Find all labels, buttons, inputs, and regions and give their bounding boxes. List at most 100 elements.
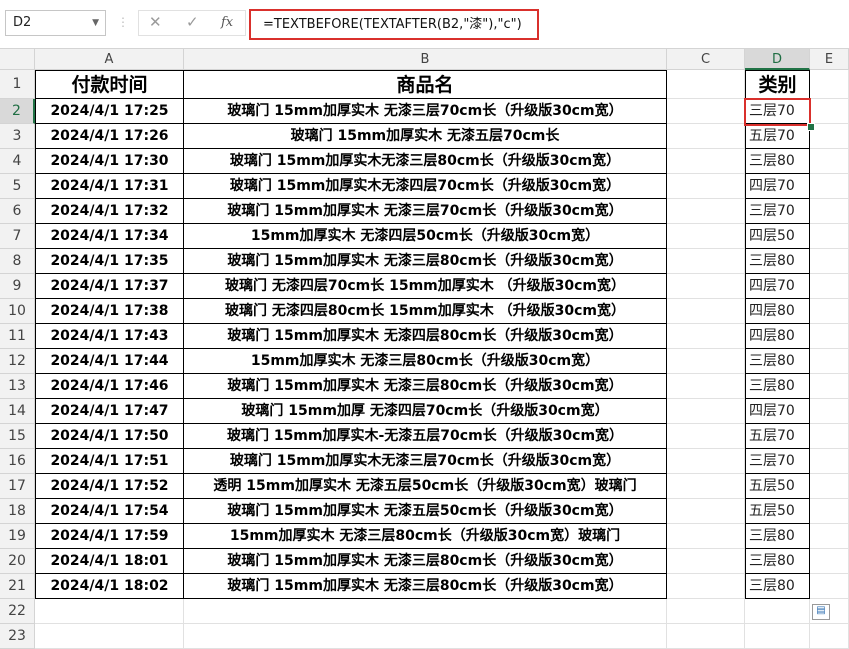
row-header-18[interactable]: 18 [0,499,35,524]
cell-category[interactable]: 五层70 [745,424,810,449]
cell-empty[interactable] [667,124,745,149]
cell-product-name[interactable]: 玻璃门 15mm加厚实木 无漆三层80cm长（升级版30cm宽） [184,549,667,574]
cell-category[interactable]: 三层70 [745,449,810,474]
row-header-22[interactable]: 22 [0,599,35,624]
cell-payment-time[interactable]: 2024/4/1 17:32 [35,199,184,224]
row-header-1[interactable]: 1 [0,70,35,99]
row-header-14[interactable]: 14 [0,399,35,424]
name-box[interactable]: D2 ▼ [5,10,106,36]
cell-empty[interactable] [667,99,745,124]
cell-empty[interactable] [810,449,849,474]
cell-product-name[interactable]: 玻璃门 15mm加厚实木-无漆五层70cm长（升级版30cm宽） [184,424,667,449]
cell-payment-time[interactable]: 2024/4/1 17:26 [35,124,184,149]
cell-payment-time[interactable]: 2024/4/1 17:37 [35,274,184,299]
cell-category[interactable]: 三层80 [745,149,810,174]
column-header-c[interactable]: C [667,49,745,70]
cell-product-name[interactable]: 玻璃门 15mm加厚实木 无漆三层70cm长（升级版30cm宽） [184,199,667,224]
cell-empty[interactable] [810,149,849,174]
cell-empty[interactable] [810,349,849,374]
cell-empty[interactable] [667,599,745,624]
cell-empty[interactable] [810,549,849,574]
cell-empty[interactable] [810,299,849,324]
cell-product-name[interactable]: 15mm加厚实木 无漆三层80cm长（升级版30cm宽）玻璃门 [184,524,667,549]
cell-empty[interactable] [810,424,849,449]
row-header-3[interactable]: 3 [0,124,35,149]
cell-empty[interactable] [667,474,745,499]
cell-category[interactable]: 五层50 [745,474,810,499]
cell-empty[interactable] [810,524,849,549]
splitter-dots-icon[interactable]: ⋮ [117,15,129,29]
cell-product-name[interactable]: 玻璃门 15mm加厚实木 无漆三层80cm长（升级版30cm宽） [184,374,667,399]
column-header-d[interactable]: D [745,49,810,70]
cell-category[interactable]: 三层80 [745,374,810,399]
cell-product-name[interactable]: 透明 15mm加厚实木 无漆五层50cm长（升级版30cm宽）玻璃门 [184,474,667,499]
cell-product-name[interactable]: 玻璃门 15mm加厚实木 无漆四层80cm长（升级版30cm宽） [184,324,667,349]
cell-empty[interactable] [667,374,745,399]
cell-payment-time[interactable]: 2024/4/1 17:31 [35,174,184,199]
column-header-e[interactable]: E [810,49,849,70]
cell-category[interactable]: 三层70 [745,199,810,224]
cell-empty[interactable] [810,324,849,349]
cell-category[interactable]: 三层80 [745,524,810,549]
cell-category[interactable]: 五层50 [745,499,810,524]
cell-empty[interactable] [745,599,810,624]
cell-empty[interactable] [667,574,745,599]
cell-empty[interactable] [810,374,849,399]
cell-empty[interactable] [667,549,745,574]
cell-payment-time[interactable]: 2024/4/1 17:35 [35,249,184,274]
cell-empty[interactable] [810,224,849,249]
cell-product-name[interactable]: 玻璃门 15mm加厚实木 无漆三层70cm长（升级版30cm宽） [184,99,667,124]
cell-payment-time[interactable]: 2024/4/1 17:52 [35,474,184,499]
cell-product-name[interactable]: 玻璃门 15mm加厚实木无漆四层70cm长（升级版30cm宽） [184,174,667,199]
cell-category[interactable]: 四层50 [745,224,810,249]
cell-empty[interactable] [667,274,745,299]
row-header-19[interactable]: 19 [0,524,35,549]
cell-payment-time[interactable]: 2024/4/1 17:50 [35,424,184,449]
cell-category[interactable]: 四层80 [745,324,810,349]
cell-product-name[interactable]: 玻璃门 15mm加厚实木 无漆五层50cm长（升级版30cm宽） [184,499,667,524]
cell-payment-time[interactable]: 2024/4/1 17:59 [35,524,184,549]
select-all-corner[interactable] [0,49,35,70]
cell-payment-time[interactable]: 2024/4/1 17:46 [35,374,184,399]
row-header-12[interactable]: 12 [0,349,35,374]
cell-product-name[interactable]: 玻璃门 15mm加厚实木 无漆三层80cm长（升级版30cm宽） [184,574,667,599]
cell-empty[interactable] [667,399,745,424]
cell-empty[interactable] [184,599,667,624]
cell-payment-time[interactable]: 2024/4/1 17:38 [35,299,184,324]
cell-category[interactable]: 三层80 [745,549,810,574]
row-header-9[interactable]: 9 [0,274,35,299]
cell-payment-time[interactable]: 2024/4/1 17:54 [35,499,184,524]
cell-product-name[interactable]: 玻璃门 无漆四层80cm长 15mm加厚实木 （升级版30cm宽） [184,299,667,324]
cell-empty[interactable] [810,174,849,199]
row-header-4[interactable]: 4 [0,149,35,174]
cell-payment-time[interactable]: 2024/4/1 17:43 [35,324,184,349]
cell-product-name[interactable]: 玻璃门 无漆四层70cm长 15mm加厚实木 （升级版30cm宽） [184,274,667,299]
cell-e1[interactable] [810,70,849,99]
quick-analysis-icon[interactable]: ▤ [812,604,830,620]
cell-product-name[interactable]: 玻璃门 15mm加厚实木无漆三层70cm长（升级版30cm宽） [184,449,667,474]
cell-empty[interactable] [810,274,849,299]
cell-empty[interactable] [667,424,745,449]
cell-empty[interactable] [667,324,745,349]
row-header-5[interactable]: 5 [0,174,35,199]
row-header-16[interactable]: 16 [0,449,35,474]
cell-empty[interactable] [667,499,745,524]
cell-product-name[interactable]: 15mm加厚实木 无漆三层80cm长（升级版30cm宽） [184,349,667,374]
cell-category[interactable]: 四层70 [745,274,810,299]
row-header-20[interactable]: 20 [0,549,35,574]
cell-c1[interactable] [667,70,745,99]
column-header-a[interactable]: A [35,49,184,70]
cell-category[interactable]: 四层70 [745,399,810,424]
cell-product-name[interactable]: 玻璃门 15mm加厚实木无漆三层80cm长（升级版30cm宽） [184,149,667,174]
cell-category[interactable]: 三层80 [745,249,810,274]
row-header-10[interactable]: 10 [0,299,35,324]
row-header-15[interactable]: 15 [0,424,35,449]
cell-empty[interactable] [810,199,849,224]
fx-icon[interactable]: fx [221,15,233,30]
cell-category[interactable]: 四层70 [745,174,810,199]
cell-empty[interactable] [810,249,849,274]
cell-payment-time[interactable]: 2024/4/1 17:51 [35,449,184,474]
cell-category[interactable]: 三层80 [745,349,810,374]
cell-empty[interactable] [810,399,849,424]
cell-payment-time[interactable]: 2024/4/1 17:25 [35,99,184,124]
